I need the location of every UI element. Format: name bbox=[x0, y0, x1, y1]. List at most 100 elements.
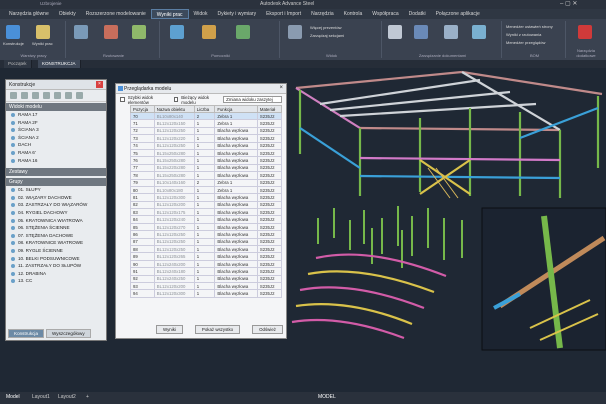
zakladka-button[interactable] bbox=[388, 25, 402, 39]
tree-item[interactable]: 06. STĘŻENIA ŚCIENNE bbox=[6, 224, 106, 232]
table-row[interactable]: 88 BL12x120x250 1 Blacha węzłowa S235J2 bbox=[130, 245, 283, 254]
table-row[interactable]: 92 BL12x240x250 1 Blacha węzłowa S235J2 bbox=[130, 274, 283, 284]
tree-item[interactable]: 07. STĘŻENIA DACHOWE bbox=[6, 232, 106, 240]
refresh-button[interactable]: Odśwież bbox=[252, 325, 283, 334]
section-grupy-header[interactable]: Grupy bbox=[6, 178, 106, 187]
table-row[interactable]: 91 BL12x240x180 1 Blacha węzłowa S235J2 bbox=[130, 267, 283, 276]
tree-item[interactable]: RAMA 17 bbox=[6, 111, 106, 119]
tree-item[interactable]: 05. KRATOWNICA WIATROWA bbox=[6, 217, 106, 225]
edit-icon[interactable] bbox=[21, 92, 28, 99]
usuwanie-button[interactable] bbox=[74, 25, 88, 39]
menu-item-1[interactable]: Obiekty bbox=[54, 9, 81, 19]
column-header[interactable]: Funkcja bbox=[214, 105, 258, 113]
tree-item[interactable]: 11. ZASTRZAŁY DO SŁUPÓW bbox=[6, 262, 106, 270]
tab-konstrukcja-panel[interactable]: Konstrukcja bbox=[8, 329, 45, 338]
tab-layout1[interactable]: Layout1 bbox=[32, 394, 50, 400]
tree-item[interactable]: 01. SŁUPY bbox=[6, 186, 106, 194]
table-row[interactable]: 83 BL12x120x175 1 Blacha węzłowa S235J2 bbox=[130, 208, 283, 217]
filter-icon[interactable] bbox=[76, 92, 83, 99]
search-icon[interactable] bbox=[65, 92, 72, 99]
table-row[interactable]: 75 BL15x250x280 1 Blacha węzłowa S235J2 bbox=[130, 148, 283, 158]
nowa-button[interactable] bbox=[104, 25, 118, 39]
wizualizacja-button[interactable] bbox=[578, 25, 592, 39]
window-controls[interactable]: – ▢ ✕ bbox=[560, 0, 577, 7]
nazwy-button[interactable] bbox=[202, 25, 216, 39]
tree-item[interactable]: 08. KRATOWNICE WIATROWE bbox=[6, 239, 106, 247]
close-icon[interactable]: × bbox=[96, 81, 103, 88]
tree-item[interactable]: ŚCIANA 2 bbox=[6, 134, 106, 142]
tab-model[interactable]: Model bbox=[6, 394, 20, 400]
menu-item-9[interactable]: Współpraca bbox=[367, 9, 403, 19]
table-row[interactable]: 87 BL12x120x250 1 Blacha węzłowa S235J2 bbox=[130, 237, 283, 247]
generator-button[interactable] bbox=[444, 25, 458, 39]
workspace-label[interactable]: Uzbrojenie bbox=[40, 1, 62, 6]
tab-wyszczegolowy[interactable]: Wyszczegółowy bbox=[46, 329, 91, 338]
option-b-checkbox[interactable] bbox=[173, 97, 179, 102]
tree-item[interactable]: ŚCIANA 3 bbox=[6, 126, 106, 134]
menu-item-0[interactable]: Narzędzia główne bbox=[4, 9, 54, 19]
close-dialog-icon[interactable]: × bbox=[279, 85, 283, 91]
table-row[interactable]: 71 BL12x120x150 1 Zebra 1 S235J2 bbox=[130, 119, 283, 128]
menu-item-11[interactable]: Połączone aplikacje bbox=[431, 9, 485, 19]
option-a-checkbox[interactable] bbox=[120, 97, 125, 102]
new-icon[interactable] bbox=[10, 92, 17, 99]
wyniki-button[interactable]: Wyniki bbox=[156, 325, 183, 334]
table-row[interactable]: 80 BL10x80x180 1 Zebra 1 S235J2 bbox=[130, 185, 283, 195]
copy-icon[interactable] bbox=[43, 92, 50, 99]
tree-item[interactable]: RAMA 16 bbox=[6, 157, 106, 165]
delete-icon[interactable] bbox=[32, 92, 39, 99]
table-row[interactable]: 77 BL15x220x280 1 Blacha węzłowa S235J2 bbox=[130, 163, 283, 173]
table-row[interactable]: 78 BL15x250x280 1 Blacha węzłowa S235J2 bbox=[130, 171, 283, 180]
tab-konstrukcja[interactable]: KONSTRUKCJA bbox=[38, 60, 81, 68]
zmiana-widoku-button[interactable] bbox=[236, 25, 250, 39]
model-mode-label[interactable]: MODEL bbox=[318, 394, 336, 400]
konstrukcje-button[interactable] bbox=[6, 25, 20, 39]
menu-item-5[interactable]: Dykiety i wymiary bbox=[212, 9, 261, 19]
tree-item[interactable]: 10. BELKI PODSUWNICOWE bbox=[6, 255, 106, 263]
section-zestawy-header[interactable]: Zestawy bbox=[6, 168, 106, 177]
wyniki-button[interactable] bbox=[36, 25, 50, 39]
table-row[interactable]: 84 BL12x120x240 1 Blacha węzłowa S235J2 bbox=[130, 215, 283, 224]
table-row[interactable]: 86 BL12x120x250 1 Blacha węzłowa S235J2 bbox=[130, 230, 283, 239]
tree-item[interactable]: RAMA 2F bbox=[6, 119, 106, 127]
menu-item-7[interactable]: Narzędzia bbox=[306, 9, 339, 19]
table-row[interactable]: 73 BL12x120x220 1 Blacha węzłowa S235J2 bbox=[130, 134, 283, 143]
column-header[interactable]: Materiał bbox=[256, 105, 283, 113]
tree-item[interactable]: 13. CC bbox=[6, 277, 106, 285]
table-row[interactable]: 79 BL10x140x160 2 Zebra 1 S235J2 bbox=[130, 178, 283, 187]
menu-item-4[interactable]: Widok bbox=[189, 9, 213, 19]
tab-layout2[interactable]: Layout2 bbox=[58, 394, 76, 400]
nowe-button[interactable] bbox=[132, 25, 146, 39]
rzeczy-button[interactable] bbox=[170, 25, 184, 39]
menu-item-6[interactable]: Eksport i Import bbox=[261, 9, 306, 19]
table-row[interactable]: 82 BL12x120x200 1 Blacha węzłowa S235J2 bbox=[130, 200, 283, 210]
table-row[interactable]: 94 BL12x120x300 1 Blacha węzłowa S235J2 bbox=[130, 289, 283, 298]
table-row[interactable]: 93 BL12x120x200 1 Blacha węzłowa S235J2 bbox=[130, 281, 283, 291]
table-row[interactable]: 90 BL12x240x200 1 Blacha węzłowa S235J2 bbox=[130, 259, 283, 269]
tree-item[interactable]: RAMA 6' bbox=[6, 149, 106, 157]
tree-item[interactable]: 04. RYGIEL DACHOWY bbox=[6, 209, 106, 217]
table-row[interactable]: 74 BL12x120x250 1 Blacha węzłowa S235J2 bbox=[130, 141, 283, 150]
table-row[interactable]: 76 BL15x250x280 1 Blacha węzłowa S235J2 bbox=[130, 156, 283, 165]
tree-item[interactable]: 03. ZASTRZAŁY DO WIĄZARÓW bbox=[6, 201, 106, 209]
table-row[interactable]: 70 BL10x80x140 2 Zebra 1 S235J2 bbox=[130, 111, 283, 121]
table-row[interactable]: 85 BL12x120x270 1 Blacha węzłowa S235J2 bbox=[130, 222, 283, 232]
tree-item[interactable]: 09. RYGLE ŚCIENNE bbox=[6, 247, 106, 255]
tree-item[interactable]: 12. DRABINA bbox=[6, 270, 106, 278]
menu-item-3[interactable]: Wyniki prac bbox=[150, 9, 189, 19]
rysunki-button[interactable] bbox=[288, 25, 302, 39]
menu-item-10[interactable]: Dodatki bbox=[404, 9, 431, 19]
table-row[interactable]: 81 BL12x120x300 1 Blacha węzłowa S235J2 bbox=[130, 193, 283, 202]
tree-item[interactable]: 02. WIĄZARY DACHOWE bbox=[6, 194, 106, 202]
mapa-button[interactable] bbox=[472, 25, 486, 39]
menu-item-2[interactable]: Rozszerzone modelowanie bbox=[81, 9, 151, 19]
menedzer-button[interactable] bbox=[414, 25, 428, 39]
tab-start[interactable]: Początek bbox=[4, 60, 32, 68]
filter-select[interactable]: Zmiana widoku zaszytej bbox=[223, 96, 282, 103]
table-row[interactable]: 72 BL12x120x250 1 Blacha węzłowa S235J2 bbox=[130, 126, 283, 136]
column-header[interactable]: Liczba bbox=[193, 105, 216, 113]
section-widok-header[interactable]: Widoki modelu bbox=[6, 103, 106, 111]
table-row[interactable]: 89 BL12x120x265 1 Blacha węzłowa S235J2 bbox=[130, 252, 283, 261]
add-layout-button[interactable]: + bbox=[86, 394, 89, 400]
column-header[interactable]: Pozycja bbox=[130, 105, 155, 113]
